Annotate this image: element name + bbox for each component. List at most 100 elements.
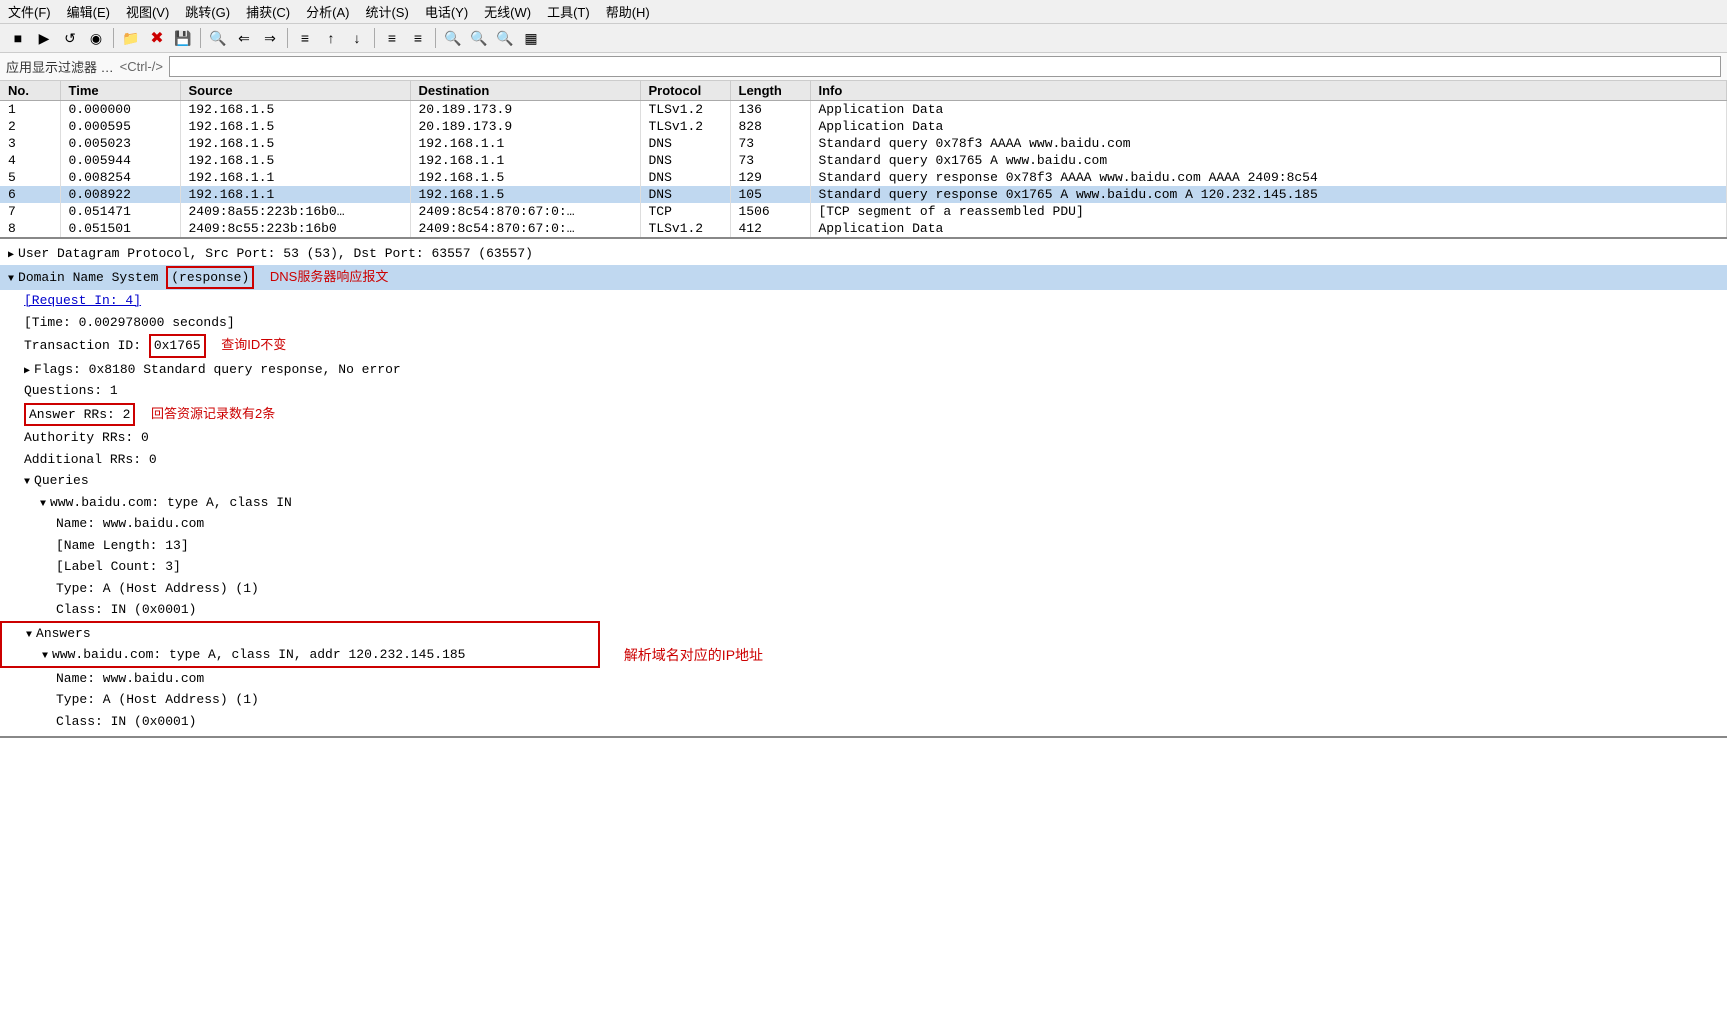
toolbar-up[interactable]: ↑ xyxy=(319,27,343,49)
toolbar-sep-4 xyxy=(374,28,375,48)
toolbar-sep-2 xyxy=(200,28,201,48)
menubar: 文件(F) 编辑(E) 视图(V) 跳转(G) 捕获(C) 分析(A) 统计(S… xyxy=(0,0,1727,24)
toolbar-open[interactable]: 📁 xyxy=(119,27,143,49)
toolbar-close[interactable]: ✖ xyxy=(145,27,169,49)
table-row[interactable]: 30.005023192.168.1.5192.168.1.1DNS73Stan… xyxy=(0,135,1727,152)
transaction-id-pre: Transaction ID: xyxy=(24,338,149,353)
col-length: Length xyxy=(730,81,810,101)
toolbar-stop[interactable]: ■ xyxy=(6,27,30,49)
col-time: Time xyxy=(60,81,180,101)
dns-label: Domain Name System xyxy=(18,270,166,285)
toolbar-forward[interactable]: ⇒ xyxy=(258,27,282,49)
menu-file[interactable]: 文件(F) xyxy=(8,2,51,21)
toolbar-save[interactable]: 💾 xyxy=(171,27,195,49)
flags-chevron xyxy=(24,362,34,377)
toolbar-zoom-out[interactable]: 🔍 xyxy=(467,27,491,49)
table-row[interactable]: 40.005944192.168.1.5192.168.1.1DNS73Stan… xyxy=(0,152,1727,169)
toolbar: ■ ▶ ↺ ◉ 📁 ✖ 💾 🔍 ⇐ ⇒ ≡ ↑ ↓ ≡ ≡ 🔍 🔍 🔍 ▦ xyxy=(0,24,1727,53)
table-row[interactable]: 80.0515012409:8c55:223b:16b02409:8c54:87… xyxy=(0,220,1727,237)
query-name-len-label: [Name Length: 13] xyxy=(56,538,189,553)
col-info: Info xyxy=(810,81,1727,101)
answer-class-row: Class: IN (0x0001) xyxy=(0,711,1727,733)
toolbar-back[interactable]: ⇐ xyxy=(232,27,256,49)
toolbar-layout[interactable]: ▦ xyxy=(519,27,543,49)
toolbar-goto[interactable]: ≡ xyxy=(293,27,317,49)
table-row[interactable]: 50.008254192.168.1.1192.168.1.5DNS129Sta… xyxy=(0,169,1727,186)
queries-chevron xyxy=(24,473,34,488)
menu-view[interactable]: 视图(V) xyxy=(126,2,169,21)
answers-section[interactable]: Answers xyxy=(2,623,598,645)
menu-capture[interactable]: 捕获(C) xyxy=(246,2,290,21)
menu-edit[interactable]: 编辑(E) xyxy=(67,2,110,21)
udp-section[interactable]: User Datagram Protocol, Src Port: 53 (53… xyxy=(0,243,1727,265)
answer-name-label: Name: www.baidu.com xyxy=(56,671,204,686)
filterbar: 应用显示过滤器 … <Ctrl-/> xyxy=(0,53,1727,81)
query-name-label: Name: www.baidu.com xyxy=(56,516,204,531)
packet-list-header: No. Time Source Destination Protocol Len… xyxy=(0,81,1727,101)
toolbar-coloring2[interactable]: ≡ xyxy=(406,27,430,49)
menu-help[interactable]: 帮助(H) xyxy=(606,2,650,21)
answer-class-label: Class: IN (0x0001) xyxy=(56,714,196,729)
menu-tools[interactable]: 工具(T) xyxy=(547,2,590,21)
answers-chevron xyxy=(26,626,36,641)
questions-row: Questions: 1 xyxy=(0,380,1727,402)
answer-rrs-row: Answer RRs: 2 回答资源记录数有2条 xyxy=(0,402,1727,428)
answer-type-row: Type: A (Host Address) (1) xyxy=(0,689,1727,711)
additional-rrs-row: Additional RRs: 0 xyxy=(0,449,1727,471)
answer-rrs-annotation: 回答资源记录数有2条 xyxy=(151,406,275,421)
dns-chevron xyxy=(8,270,18,285)
col-no: No. xyxy=(0,81,60,101)
col-protocol: Protocol xyxy=(640,81,730,101)
flags-row[interactable]: Flags: 0x8180 Standard query response, N… xyxy=(0,359,1727,381)
toolbar-search[interactable]: 🔍 xyxy=(206,27,230,49)
questions-label: Questions: 1 xyxy=(24,383,118,398)
filter-input[interactable] xyxy=(169,56,1721,77)
table-row[interactable]: 60.008922192.168.1.1192.168.1.5DNS105Sta… xyxy=(0,186,1727,203)
answer-baidu-section[interactable]: www.baidu.com: type A, class IN, addr 12… xyxy=(2,644,598,666)
answer-name-row: Name: www.baidu.com xyxy=(0,668,1727,690)
query-type-row: Type: A (Host Address) (1) xyxy=(0,578,1727,600)
flags-label: Flags: 0x8180 Standard query response, N… xyxy=(34,362,401,377)
answers-label: Answers xyxy=(36,626,91,641)
queries-section[interactable]: Queries xyxy=(0,470,1727,492)
toolbar-restart[interactable]: ↺ xyxy=(58,27,82,49)
toolbar-options[interactable]: ◉ xyxy=(84,27,108,49)
time-row: [Time: 0.002978000 seconds] xyxy=(0,312,1727,334)
dns-response-box: (response) xyxy=(166,266,254,290)
menu-analyze[interactable]: 分析(A) xyxy=(306,2,349,21)
request-in-link[interactable]: [Request In: 4] xyxy=(24,293,141,308)
time-label: [Time: 0.002978000 seconds] xyxy=(24,315,235,330)
table-row[interactable]: 70.0514712409:8a55:223b:16b0…2409:8c54:8… xyxy=(0,203,1727,220)
request-in-row[interactable]: [Request In: 4] xyxy=(0,290,1727,312)
packet-list: No. Time Source Destination Protocol Len… xyxy=(0,81,1727,239)
toolbar-zoom-in[interactable]: 🔍 xyxy=(441,27,465,49)
query-baidu-label: www.baidu.com: type A, class IN xyxy=(50,495,292,510)
menu-stats[interactable]: 统计(S) xyxy=(365,2,408,21)
udp-label: User Datagram Protocol, Src Port: 53 (53… xyxy=(18,246,533,261)
query-label-count-label: [Label Count: 3] xyxy=(56,559,181,574)
transaction-id-row: Transaction ID: 0x1765 查询ID不变 xyxy=(0,333,1727,359)
menu-jump[interactable]: 跳转(G) xyxy=(185,2,230,21)
toolbar-sep-1 xyxy=(113,28,114,48)
query-baidu-section[interactable]: www.baidu.com: type A, class IN xyxy=(0,492,1727,514)
toolbar-start[interactable]: ▶ xyxy=(32,27,56,49)
authority-rrs-row: Authority RRs: 0 xyxy=(0,427,1727,449)
toolbar-sep-3 xyxy=(287,28,288,48)
col-source: Source xyxy=(180,81,410,101)
menu-wireless[interactable]: 无线(W) xyxy=(484,2,531,21)
filterbar-shortcut: <Ctrl-/> xyxy=(120,59,163,74)
query-type-label: Type: A (Host Address) (1) xyxy=(56,581,259,596)
col-destination: Destination xyxy=(410,81,640,101)
menu-phone[interactable]: 电话(Y) xyxy=(425,2,468,21)
table-row[interactable]: 10.000000192.168.1.520.189.173.9TLSv1.21… xyxy=(0,101,1727,119)
toolbar-down[interactable]: ↓ xyxy=(345,27,369,49)
transaction-id-annotation: 查询ID不变 xyxy=(221,337,286,352)
query-label-count-row: [Label Count: 3] xyxy=(0,556,1727,578)
table-row[interactable]: 20.000595192.168.1.520.189.173.9TLSv1.28… xyxy=(0,118,1727,135)
toolbar-coloring[interactable]: ≡ xyxy=(380,27,404,49)
toolbar-zoom-reset[interactable]: 🔍 xyxy=(493,27,517,49)
answer-rrs-box: Answer RRs: 2 xyxy=(24,403,135,427)
answer-baidu-label: www.baidu.com: type A, class IN, addr 12… xyxy=(52,647,465,662)
dns-section[interactable]: Domain Name System (response) DNS服务器响应报文 xyxy=(0,265,1727,291)
transaction-id-box: 0x1765 xyxy=(149,334,206,358)
